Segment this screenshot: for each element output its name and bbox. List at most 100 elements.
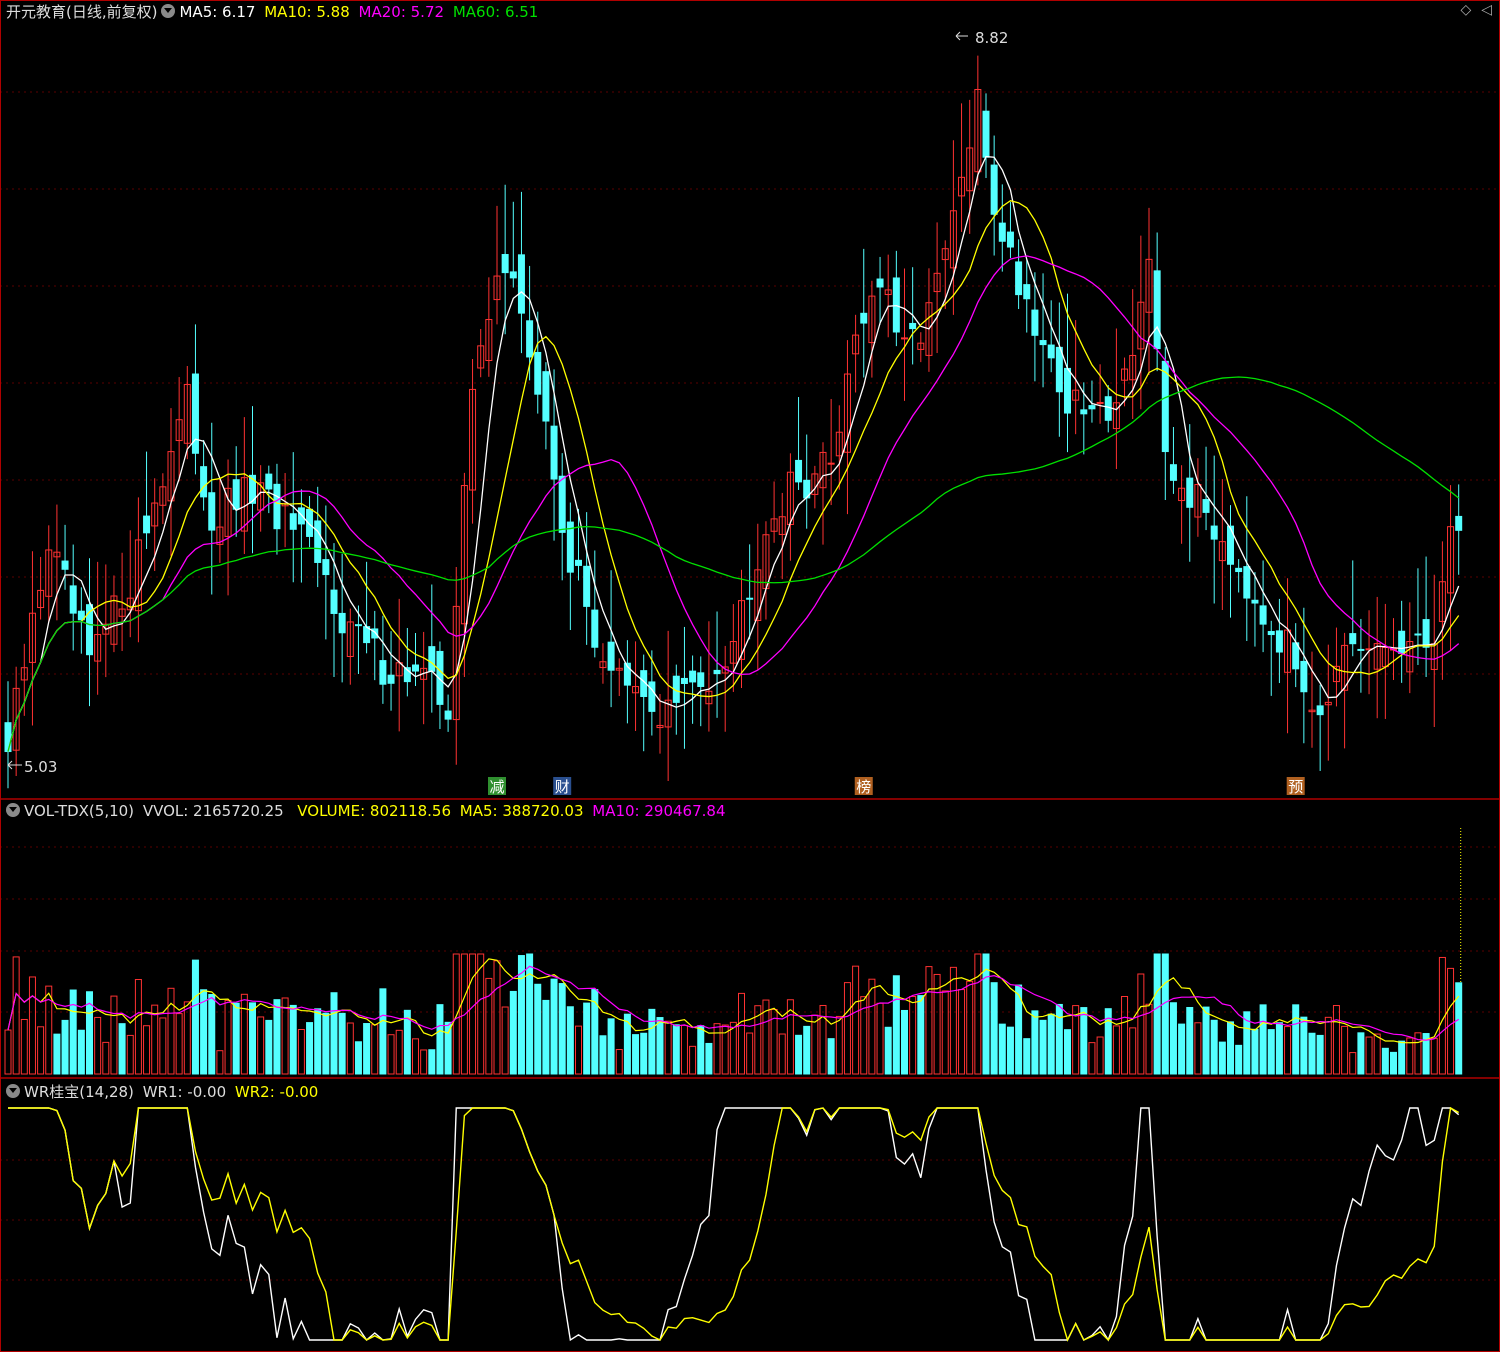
stock-chart[interactable]: 8.82 5.03 减 财 榜 预 <box>0 0 1500 1352</box>
volume-bar <box>61 1019 69 1075</box>
candle-body <box>1349 633 1357 645</box>
candle-body <box>795 459 803 483</box>
volume-bar <box>379 988 387 1075</box>
volume-bar <box>1284 1026 1292 1075</box>
volume-bar <box>1006 1026 1014 1075</box>
volume-bar <box>1031 1010 1039 1075</box>
candle-body <box>901 337 908 340</box>
candle-body <box>526 320 534 358</box>
volume-bar <box>1039 1019 1047 1075</box>
grid-lines <box>0 0 1500 1352</box>
candle-body <box>330 589 338 614</box>
volume-bar <box>1381 1047 1389 1075</box>
candle-body <box>1039 340 1047 346</box>
volume-bar <box>697 1025 705 1075</box>
candle-body <box>387 674 395 684</box>
volume-bar <box>428 1049 436 1075</box>
volume-bar <box>240 993 248 1075</box>
candle-body <box>876 278 884 288</box>
candle-body <box>689 670 697 683</box>
volume-bar <box>1235 1044 1243 1075</box>
volume-bar <box>843 982 851 1075</box>
volume-bar <box>69 989 77 1075</box>
volume-bar <box>232 1002 240 1075</box>
candle-body <box>428 646 436 672</box>
volume-bar <box>363 1023 371 1075</box>
volume-bar <box>53 1033 61 1075</box>
volume-bar <box>1137 973 1145 1075</box>
candle-body <box>1210 525 1218 540</box>
volume-bar <box>1023 1038 1031 1075</box>
candle-body <box>517 254 525 314</box>
volume-bar <box>640 1032 648 1075</box>
volume-bar <box>501 1006 509 1075</box>
volume-bar <box>1194 1022 1202 1075</box>
event-markers[interactable]: 减财榜预 <box>488 777 1305 796</box>
volume-bar <box>159 1017 167 1075</box>
candle-body <box>542 371 550 422</box>
candle-body <box>322 559 330 576</box>
volume-bar <box>982 953 990 1075</box>
volume-bar <box>901 1009 908 1075</box>
event-marker-label: 预 <box>1288 778 1303 796</box>
volume-bar <box>338 1012 346 1075</box>
volume-bar <box>460 953 468 1075</box>
candle-body <box>265 473 273 490</box>
volume-bar <box>493 960 501 1075</box>
volume-bar <box>656 1017 664 1075</box>
volume-bar <box>281 997 289 1075</box>
volume-bar <box>664 1020 672 1075</box>
volume-bar <box>1398 1040 1406 1075</box>
candle-body <box>1031 309 1039 336</box>
event-marker-label: 减 <box>489 778 504 796</box>
volume-bar <box>297 1029 305 1075</box>
volume-bar <box>1259 1004 1267 1075</box>
volume-bar <box>729 1021 737 1075</box>
volume-bar <box>1357 1032 1365 1075</box>
candle-body <box>1259 605 1267 625</box>
volume-bar <box>689 1045 697 1075</box>
candle-body <box>1243 566 1251 599</box>
candle-body <box>1104 396 1112 421</box>
high-price-label: 8.82 <box>975 29 1008 47</box>
candle-body <box>1455 515 1463 531</box>
volume-bar <box>1447 967 1455 1075</box>
volume-bar <box>12 956 20 1075</box>
ma60-line <box>7 376 1460 752</box>
volume-bar <box>1210 1019 1218 1075</box>
volume-bar <box>1096 1036 1104 1075</box>
volume-bar <box>1129 1027 1137 1075</box>
volume-bar <box>1316 1034 1324 1075</box>
candle-body <box>1161 360 1169 453</box>
volume-bar <box>1292 1004 1300 1075</box>
volume-bar <box>102 1041 110 1075</box>
candle-body <box>1292 642 1300 670</box>
volume-bar <box>420 1049 428 1075</box>
volume-bar <box>892 975 900 1075</box>
volume-bar <box>289 1004 297 1075</box>
volume-bar <box>550 978 558 1075</box>
candle-body <box>1015 261 1023 296</box>
candle-body <box>909 322 917 330</box>
volume-bar <box>746 1032 754 1075</box>
candle-body <box>232 479 240 510</box>
volume-bar <box>151 1004 159 1075</box>
candle-body <box>1023 284 1031 300</box>
volume-bar <box>20 1018 28 1075</box>
volume-bar <box>1267 1029 1275 1075</box>
volume-bar <box>126 1034 134 1075</box>
volume-bar <box>1080 1007 1088 1075</box>
volume-bar <box>273 999 281 1075</box>
candle-body <box>1267 631 1275 636</box>
volume-bar <box>1153 953 1161 1075</box>
volume-bar <box>1324 1016 1332 1075</box>
wr-lines <box>8 1106 1460 1342</box>
volume-bar <box>966 980 974 1075</box>
candle-body <box>998 222 1006 242</box>
volume-bar <box>958 989 966 1075</box>
volume-bar <box>583 1002 591 1075</box>
volume-bar <box>77 1029 85 1075</box>
volume-bar <box>884 1026 892 1075</box>
candle-body <box>1202 499 1210 513</box>
candle-body <box>1186 477 1194 508</box>
